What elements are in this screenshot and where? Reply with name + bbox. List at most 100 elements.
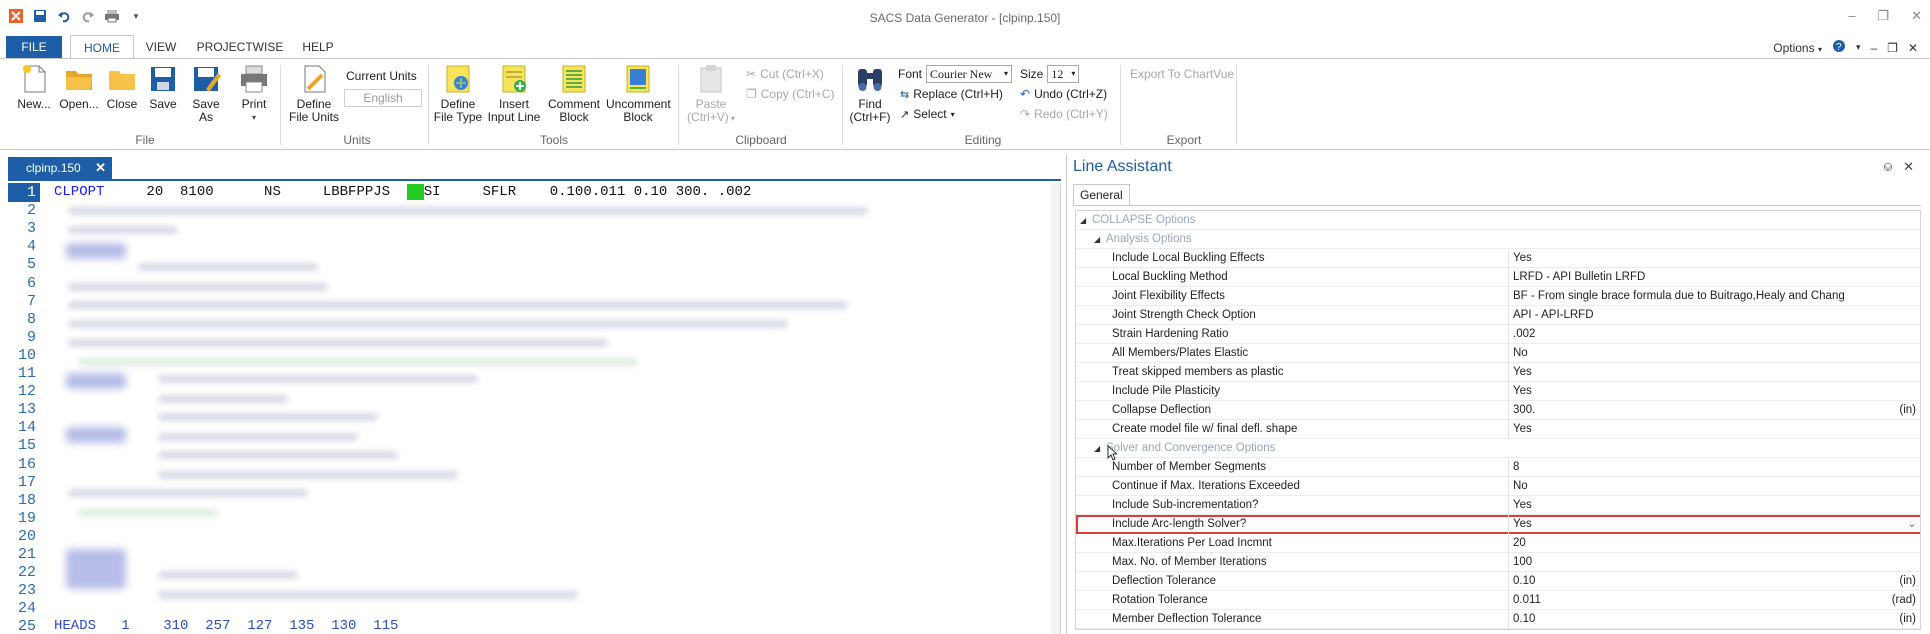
print-dropdown-icon[interactable]: ▾ bbox=[236, 111, 272, 124]
replace-button[interactable]: ⇆ Replace (Ctrl+H) bbox=[900, 87, 1003, 101]
panel-close-icon[interactable]: ✕ bbox=[1903, 159, 1914, 175]
property-row[interactable]: Number of Member Segments 8 bbox=[1076, 458, 1920, 477]
cut-button[interactable]: ✂ Cut (Ctrl+X) bbox=[746, 67, 824, 81]
property-row[interactable]: Include Arc-length Solver? Yes ⌄ bbox=[1076, 515, 1920, 534]
options-menu[interactable]: Options ▾ bbox=[1773, 41, 1822, 55]
tab-help[interactable]: HELP bbox=[296, 35, 340, 59]
tab-file[interactable]: FILE bbox=[6, 36, 62, 58]
property-row[interactable]: Include Local Buckling Effects Yes bbox=[1076, 249, 1920, 268]
property-row[interactable]: Strain Hardening Ratio .002 bbox=[1076, 325, 1920, 344]
property-row[interactable]: Treat skipped members as plastic Yes bbox=[1076, 363, 1920, 382]
category-solver-options[interactable]: ◢ Solver and Convergence Options bbox=[1076, 439, 1920, 458]
code-editor[interactable]: 1 2 3 4 5 6 7 8 9 10 11 12 13 14 15 16 17 18 19 20 21 22 23 24 2… bbox=[8, 183, 1061, 634]
font-combo[interactable]: Courier New ▾ bbox=[926, 65, 1013, 83]
property-value[interactable]: 20 bbox=[1508, 534, 1868, 553]
help-icon[interactable]: ? bbox=[1832, 39, 1846, 56]
doc-close-button[interactable]: ✕ bbox=[1908, 41, 1918, 55]
ribbon-separator bbox=[428, 65, 429, 145]
property-value[interactable]: No bbox=[1508, 344, 1868, 363]
editor-vertical-scrollbar[interactable] bbox=[1051, 183, 1060, 634]
editor-line-25[interactable]: HEADS 1 310 257 127 135 130 115 bbox=[54, 617, 398, 634]
property-value[interactable]: 0.011 bbox=[1508, 591, 1868, 610]
close-tab-icon[interactable]: ✕ bbox=[95, 157, 106, 179]
close-window-button[interactable]: ✕ bbox=[1911, 8, 1922, 24]
property-row[interactable]: Member Deflection Tolerance 0.10 (in) bbox=[1076, 610, 1920, 629]
property-row[interactable]: Max. No. of Member Iterations 100 bbox=[1076, 553, 1920, 572]
uncomment-block-button[interactable]: Uncomment Block bbox=[606, 63, 671, 124]
find-button[interactable]: Find (Ctrl+F) bbox=[848, 63, 892, 124]
ribbon-minimize-icon[interactable]: ▾ bbox=[1856, 42, 1861, 53]
insert-input-line-button[interactable]: Insert Input Line bbox=[486, 63, 542, 124]
tab-home[interactable]: HOME bbox=[70, 35, 134, 59]
dropdown-arrow-icon[interactable]: ⌄ bbox=[1908, 515, 1916, 534]
property-value[interactable]: LRFD - API Bulletin LRFD bbox=[1508, 268, 1868, 287]
property-value[interactable]: API - API-LRFD bbox=[1508, 306, 1868, 325]
property-value[interactable]: Yes bbox=[1508, 496, 1868, 515]
save-button[interactable]: Save bbox=[146, 63, 180, 111]
tab-general[interactable]: General bbox=[1073, 184, 1130, 205]
tab-view[interactable]: VIEW bbox=[140, 35, 182, 59]
property-row[interactable]: Include Pile Plasticity Yes bbox=[1076, 382, 1920, 401]
open-button[interactable]: Open... bbox=[58, 63, 100, 111]
category-collapse-options[interactable]: ◢ COLLAPSE Options bbox=[1076, 211, 1920, 230]
property-row[interactable]: Include Sub-incrementation? Yes bbox=[1076, 496, 1920, 515]
property-value[interactable]: Yes bbox=[1508, 515, 1868, 534]
property-row[interactable]: Max.Iterations Per Load Incmnt 20 bbox=[1076, 534, 1920, 553]
property-unit: (in) bbox=[1899, 613, 1916, 625]
category-analysis-options[interactable]: ◢ Analysis Options bbox=[1076, 230, 1920, 249]
property-row[interactable]: Joint Flexibility Effects BF - From singl… bbox=[1076, 287, 1920, 306]
property-row[interactable]: Local Buckling Method LRFD - API Bulletin… bbox=[1076, 268, 1920, 287]
property-value[interactable]: BF - From single brace formula due to Bu… bbox=[1508, 287, 1868, 306]
ribbon-tab-bar: FILE HOME VIEW PROJECTWISE HELP Options … bbox=[0, 35, 1930, 59]
save-as-button[interactable]: Save As bbox=[188, 63, 224, 124]
size-combo[interactable]: 12 ▾ bbox=[1047, 65, 1080, 83]
line-content-b: SI SFLR 0.100.011 0.10 300. .002 bbox=[423, 184, 752, 200]
property-value[interactable]: 8 bbox=[1508, 458, 1868, 477]
pin-icon[interactable]: ⎉ bbox=[1883, 159, 1893, 175]
property-value[interactable]: 0.10 bbox=[1508, 572, 1868, 591]
editor-line-1[interactable]: CLPOPT 20 8100 NS LBBFPPJS SI SFLR 0.100… bbox=[54, 183, 751, 202]
line-number: 13 bbox=[17, 401, 36, 419]
paste-button[interactable]: Paste (Ctrl+V) ▾ bbox=[684, 63, 738, 125]
property-value[interactable]: 0.10 bbox=[1508, 610, 1868, 629]
ribbon-separator bbox=[1236, 65, 1237, 145]
property-value[interactable]: 300. bbox=[1508, 401, 1868, 420]
select-button[interactable]: ↗ Select ▾ bbox=[900, 107, 955, 121]
property-value[interactable]: Yes bbox=[1508, 382, 1868, 401]
property-row[interactable]: All Members/Plates Elastic No bbox=[1076, 344, 1920, 363]
define-file-units-button[interactable]: Define File Units bbox=[288, 63, 340, 124]
line-number: 16 bbox=[17, 455, 36, 473]
property-row[interactable]: Joint Strength Check Option API - API-LRF… bbox=[1076, 306, 1920, 325]
expand-triangle-icon[interactable]: ◢ bbox=[1080, 211, 1086, 230]
export-chartvue-button[interactable]: Export To ChartVue bbox=[1130, 67, 1234, 81]
property-row[interactable]: Deflection Tolerance 0.10 (in) bbox=[1076, 572, 1920, 591]
comment-block-button[interactable]: Comment Block bbox=[546, 63, 602, 124]
property-row[interactable]: Collapse Deflection 300. (in) bbox=[1076, 401, 1920, 420]
property-value[interactable]: Yes bbox=[1508, 249, 1868, 268]
property-row[interactable]: Create model file w/ final defl. shape Ye… bbox=[1076, 420, 1920, 439]
expand-triangle-icon[interactable]: ◢ bbox=[1094, 439, 1100, 458]
property-value[interactable]: No bbox=[1508, 477, 1868, 496]
expand-triangle-icon[interactable]: ◢ bbox=[1094, 230, 1100, 249]
define-file-type-button[interactable]: Define File Type bbox=[432, 63, 484, 124]
document-tab[interactable]: clpinp.150 ✕ bbox=[8, 157, 112, 179]
new-button[interactable]: New... bbox=[14, 63, 54, 111]
property-value[interactable]: Yes bbox=[1508, 363, 1868, 382]
undo-button[interactable]: ↶ Undo (Ctrl+Z) bbox=[1020, 87, 1107, 101]
restore-button[interactable]: ❐ bbox=[1877, 8, 1889, 24]
printer-icon bbox=[241, 65, 267, 93]
property-value[interactable]: Yes bbox=[1508, 420, 1868, 439]
close-button[interactable]: Close bbox=[104, 63, 140, 111]
property-value[interactable]: .002 bbox=[1508, 325, 1868, 344]
property-value[interactable]: 100 bbox=[1508, 553, 1868, 572]
replace-icon: ⇆ bbox=[900, 88, 910, 101]
doc-minimize-button[interactable]: – bbox=[1870, 41, 1877, 55]
property-row[interactable]: Rotation Tolerance 0.011 (rad) bbox=[1076, 591, 1920, 610]
minimize-button[interactable]: – bbox=[1848, 8, 1855, 24]
tab-projectwise[interactable]: PROJECTWISE bbox=[194, 35, 286, 59]
redo-button[interactable]: ↷ Redo (Ctrl+Y) bbox=[1020, 107, 1108, 121]
property-row[interactable]: Continue if Max. Iterations Exceeded No bbox=[1076, 477, 1920, 496]
print-button[interactable]: Print ▾ bbox=[236, 63, 272, 124]
doc-restore-button[interactable]: ❐ bbox=[1887, 41, 1898, 55]
copy-button[interactable]: ❐ Copy (Ctrl+C) bbox=[746, 87, 834, 101]
